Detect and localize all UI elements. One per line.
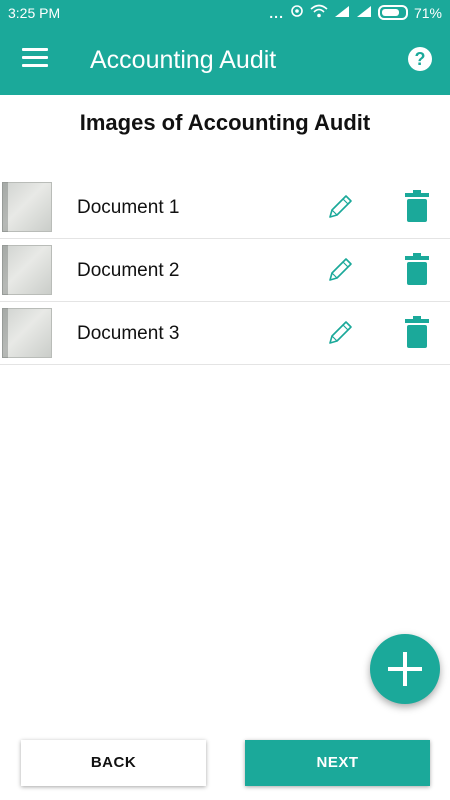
add-document-button[interactable] [370,634,440,704]
battery-icon [377,5,408,20]
document-thumbnail[interactable] [2,182,52,232]
delete-trash-icon[interactable] [404,253,430,285]
back-button[interactable]: BACK [21,740,206,786]
list-item[interactable]: Document 2 [0,239,450,302]
delete-trash-icon[interactable] [404,190,430,222]
edit-pencil-icon[interactable] [326,256,354,284]
document-thumbnail[interactable] [2,308,52,358]
page-heading: Images of Accounting Audit [79,110,371,135]
document-label: Document 1 [77,197,180,218]
wifi-icon [310,4,328,21]
app-bar: Accounting Audit ? [0,26,450,95]
edit-pencil-icon[interactable] [326,193,354,221]
notification-dots: ... [269,4,284,21]
hamburger-menu-icon[interactable] [22,48,48,68]
battery-percent: 71% [413,4,442,21]
next-button[interactable]: NEXT [245,740,430,786]
status-time: 3:25 PM [8,5,61,21]
delete-trash-icon[interactable] [404,316,430,348]
list-item[interactable]: Document 1 [0,176,450,239]
help-icon[interactable]: ? [408,47,432,71]
app-title: Accounting Audit [90,46,277,74]
status-bar: 3:25 PM ... 71% [0,0,450,26]
document-label: Document 2 [77,260,180,281]
list-item[interactable]: Document 3 [0,302,450,365]
signal-icon [334,5,350,21]
document-list: Document 1 Document 2 Document 3 [0,176,450,365]
data-saver-icon [290,4,304,21]
status-icons: ... 71% [269,4,442,21]
signal-icon-2 [356,5,372,21]
document-label: Document 3 [77,323,180,344]
document-thumbnail[interactable] [2,245,52,295]
edit-pencil-icon[interactable] [326,319,354,347]
